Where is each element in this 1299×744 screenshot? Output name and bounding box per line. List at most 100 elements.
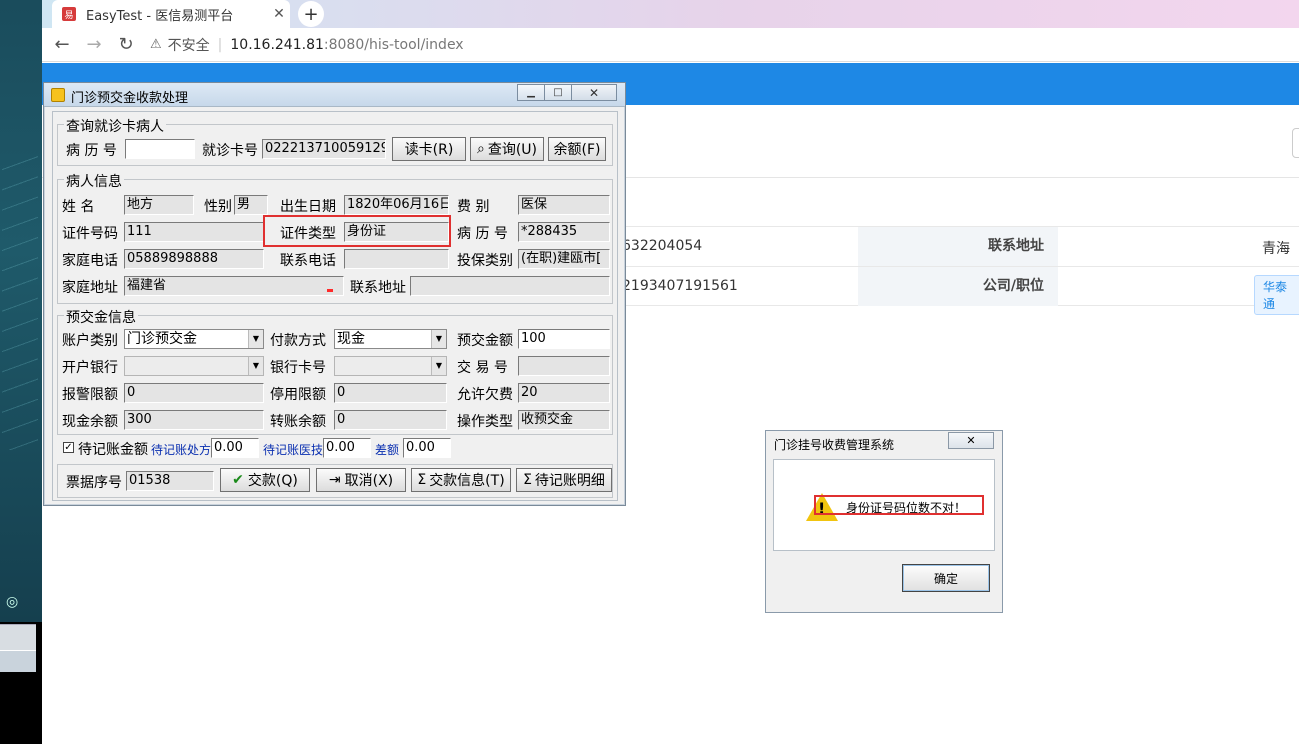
pay-method-label: 付款方式 (270, 333, 326, 349)
op-type-field[interactable]: 收预交金 (518, 410, 610, 430)
pending-checkbox-label: 待记账金额 (78, 442, 148, 458)
query-legend: 查询就诊卡病人 (64, 116, 166, 136)
url-host: 10.16.241.81 (230, 36, 324, 53)
messagebox-body: ! 身份证号码位数不对！ (773, 459, 995, 551)
pay-method-select[interactable]: 现金 ▼ (334, 329, 447, 349)
contact-phone-field[interactable] (344, 249, 449, 269)
tab-bar: 易 EasyTest - 医信易测平台 ✕ + (42, 0, 1299, 28)
pay-label: 交款(Q) (247, 473, 298, 489)
account-type-select[interactable]: 门诊预交金 ▼ (124, 329, 264, 349)
page-control[interactable] (1292, 128, 1299, 158)
minimize-button[interactable]: ▁ (517, 84, 545, 101)
pay-info-button[interactable]: Σ 交款信息(T) (411, 468, 511, 492)
table-cell: 632204054 (622, 238, 703, 254)
insure-field[interactable]: (在职)建瓯市[ (518, 249, 610, 269)
fee-field[interactable]: 医保 (518, 195, 610, 215)
pending-detail-button[interactable]: Σ 待记账明细 (516, 468, 612, 492)
name-field[interactable]: 地方 (124, 195, 194, 215)
forward-button[interactable]: → (78, 31, 110, 59)
name-label: 姓 名 (62, 199, 95, 215)
pending-rx-input[interactable]: 0.00 (211, 438, 259, 458)
error-messagebox: 门诊挂号收费管理系统 ✕ ! 身份证号码位数不对！ 确定 (765, 430, 1003, 613)
dialog-title: 门诊预交金收款处理 (71, 91, 189, 106)
red-marker (327, 289, 333, 292)
pay-info-label: 交款信息(T) (429, 473, 505, 489)
browser-tab[interactable]: 易 EasyTest - 医信易测平台 ✕ (52, 0, 290, 28)
new-tab-button[interactable]: + (298, 1, 324, 27)
amount-input[interactable]: 100 (518, 329, 610, 349)
fee-label: 费 别 (457, 199, 490, 215)
dialog-titlebar[interactable]: 门诊预交金收款处理 ▁ □ ✕ (44, 83, 625, 107)
close-icon[interactable]: ✕ (268, 6, 290, 22)
back-button[interactable]: ← (46, 31, 78, 59)
deposit-dialog: 门诊预交金收款处理 ▁ □ ✕ 查询就诊卡病人 病 历 号 就诊卡号 02221… (43, 82, 626, 506)
sigma-icon: Σ (417, 472, 427, 488)
birth-label: 出生日期 (280, 199, 336, 215)
record-no-input[interactable] (125, 139, 195, 159)
pending-checkbox[interactable]: ✓ (63, 442, 74, 453)
id-no-field[interactable]: 111 (124, 222, 264, 242)
cash-field[interactable]: 300 (124, 410, 264, 430)
diff-input[interactable]: 0.00 (403, 438, 451, 458)
amount-label: 预交金额 (457, 333, 513, 349)
patient-record-field[interactable]: *288435 (518, 222, 610, 242)
phone-field[interactable]: 05889898888 (124, 249, 264, 269)
trade-no-field[interactable] (518, 356, 610, 376)
binoculars-icon: ⌕ (476, 141, 485, 157)
app-logo-icon: 易 (62, 7, 76, 21)
birth-field[interactable]: 1820年06月16日 (344, 195, 449, 215)
warning-icon: ⚠ (150, 37, 162, 52)
message-highlight (814, 495, 984, 515)
bank-card-select[interactable]: ▼ (334, 356, 447, 376)
company-tag[interactable]: 华泰通 (1254, 275, 1299, 315)
contact-phone-label: 联系电话 (280, 253, 336, 269)
read-card-label: 读卡(R) (404, 142, 454, 158)
table-row: 632204054 联系地址 青海 (602, 226, 1299, 266)
transfer-field[interactable]: 0 (334, 410, 447, 430)
maximize-button[interactable]: □ (544, 84, 572, 101)
address-field[interactable]: 福建省 (124, 276, 344, 296)
pay-button[interactable]: ✔ 交款(Q) (220, 468, 310, 492)
deposit-group: 预交金信息 账户类别 门诊预交金 ▼ 付款方式 现金 ▼ 预交金额 100 开户银行… (57, 307, 613, 435)
contact-addr-field[interactable] (410, 276, 610, 296)
separator: | (217, 36, 223, 53)
contact-addr-label: 联系地址 (350, 280, 406, 296)
search-button[interactable]: ⌕ 查询(U) (470, 137, 544, 161)
alarm-label: 报警限额 (62, 387, 118, 403)
ok-button[interactable]: 确定 (902, 564, 990, 592)
owe-field[interactable]: 20 (518, 383, 610, 403)
insure-label: 投保类别 (457, 253, 513, 269)
alarm-field[interactable]: 0 (124, 383, 264, 403)
close-button[interactable]: ✕ (571, 84, 617, 101)
search-label: 查询(U) (487, 142, 537, 158)
exit-icon: ⇥ (328, 472, 341, 488)
pay-method-value: 现金 (337, 331, 365, 347)
diff-label: 差额 (375, 443, 400, 457)
query-group: 查询就诊卡病人 病 历 号 就诊卡号 0222137100591296 读卡(R… (57, 116, 613, 166)
balance-button[interactable]: 余额(F) (548, 137, 606, 161)
gender-field[interactable]: 男 (234, 195, 268, 215)
chevron-down-icon: ▼ (248, 357, 263, 375)
desktop-panel-2 (0, 650, 36, 672)
table-key: 联系地址 (858, 227, 1058, 266)
chevron-down-icon: ▼ (431, 357, 446, 375)
check-icon: ✔ (232, 472, 244, 488)
security-label: 不安全 (167, 37, 210, 54)
cancel-button[interactable]: ⇥ 取消(X) (316, 468, 406, 492)
address-bar[interactable]: ⚠ 不安全 | 10.16.241.81 :8080/his-tool/inde… (150, 32, 464, 58)
cash-label: 现金余额 (62, 414, 118, 430)
read-card-button[interactable]: 读卡(R) (392, 137, 466, 161)
footer-group: 票据序号 01538 ✔ 交款(Q) ⇥ 取消(X) Σ 交款信息(T) Σ 待记账明细 (57, 464, 613, 498)
messagebox-close-button[interactable]: ✕ (948, 432, 994, 449)
pending-tech-input[interactable]: 0.00 (323, 438, 371, 458)
deposit-legend: 预交金信息 (64, 307, 138, 327)
receipt-field[interactable]: 01538 (126, 471, 214, 491)
balance-label: 余额(F) (553, 142, 601, 158)
table-cell: 2193407191561 (622, 278, 738, 294)
reload-button[interactable]: ↻ (110, 31, 142, 59)
stop-field[interactable]: 0 (334, 383, 447, 403)
bank-select[interactable]: ▼ (124, 356, 264, 376)
app-icon (51, 88, 65, 102)
card-no-field[interactable]: 0222137100591296 (262, 139, 386, 159)
sigma-icon: Σ (523, 472, 532, 488)
